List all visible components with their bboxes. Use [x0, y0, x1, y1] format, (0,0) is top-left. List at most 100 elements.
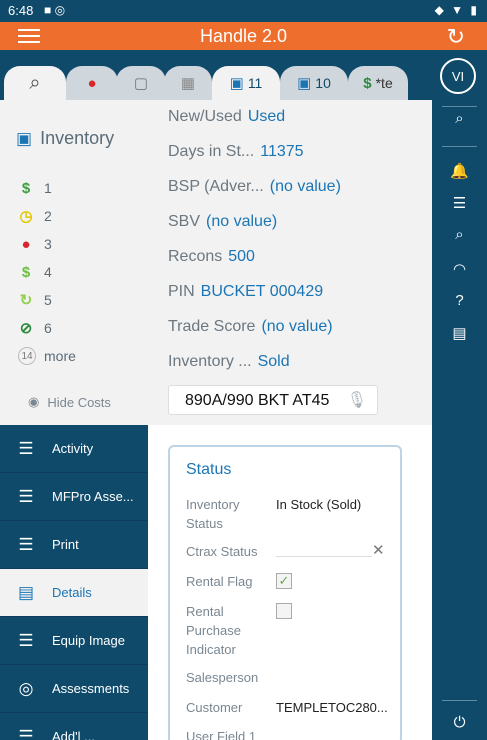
- field-label: Recons: [168, 248, 223, 265]
- cart-icon: ▣: [16, 128, 33, 148]
- nav-item-equip-image[interactable]: ☰ Equip Image: [0, 617, 148, 665]
- search-icon[interactable]: ⌕: [432, 110, 487, 127]
- microphone-icon[interactable]: 🎙: [347, 390, 367, 410]
- field-label: Trade Score: [168, 318, 256, 335]
- field-value[interactable]: (no value): [270, 178, 341, 195]
- field-value[interactable]: (no value): [206, 213, 277, 230]
- field-label: Days in St...: [168, 143, 255, 160]
- tab-label: *te: [375, 75, 393, 91]
- filter-item[interactable]: ↻ 5: [18, 286, 76, 314]
- nav-item-mfpro-assessment[interactable]: ☰ MFPro Asse...: [0, 473, 148, 521]
- section-nav: ☰ Activity ☰ MFPro Asse... ☰ Print ▤ Det…: [0, 425, 148, 740]
- target-icon: ◎: [18, 678, 34, 698]
- nav-label: Add'l ...: [52, 729, 95, 740]
- search-icon: ⌕: [29, 71, 41, 94]
- search-input-value: 890A/990 BKT AT45: [185, 392, 330, 409]
- rental-purchase-checkbox[interactable]: [276, 603, 292, 619]
- filter-count: 4: [44, 264, 52, 280]
- status-label: Salesperson: [186, 670, 259, 685]
- field-label: BSP (Adver...: [168, 178, 264, 195]
- dollar-icon: $: [21, 179, 31, 197]
- notification-icons: ■ ◎: [44, 3, 66, 17]
- rail-divider: [442, 146, 477, 147]
- hide-costs-label: Hide Costs: [47, 394, 111, 410]
- field-inventory-status: Inventory ... Sold: [168, 353, 290, 371]
- field-label: SBV: [168, 213, 201, 230]
- field-value[interactable]: (no value): [261, 318, 332, 335]
- clock-icon: ◷: [19, 208, 33, 225]
- user-icon: ●: [21, 235, 31, 253]
- field-days-in-stock: Days in St... 11375: [168, 143, 304, 161]
- bell-icon[interactable]: 🔔: [432, 162, 487, 180]
- rail-divider: [442, 700, 477, 701]
- field-label: Inventory ...: [168, 353, 252, 370]
- field-label: New/Used: [168, 108, 242, 125]
- status-label: Customer: [186, 700, 243, 715]
- help-icon[interactable]: ?: [432, 292, 487, 309]
- more-label: more: [44, 348, 76, 364]
- document-icon: ▤: [17, 582, 35, 602]
- inventory-label: Inventory: [40, 128, 115, 148]
- more-count-badge: 14: [18, 347, 36, 365]
- nav-item-details[interactable]: ▤ Details: [0, 569, 148, 617]
- nav-item-print[interactable]: ☰ Print: [0, 521, 148, 569]
- ctrax-status-dropdown[interactable]: [276, 556, 372, 557]
- tab-chat[interactable]: ▢: [116, 66, 166, 100]
- field-value[interactable]: 11375: [260, 143, 303, 160]
- filter-item[interactable]: ◷ 2: [18, 202, 76, 230]
- field-value[interactable]: Sold: [258, 353, 290, 370]
- field-value[interactable]: 500: [228, 248, 255, 265]
- tab-label: 10: [315, 75, 331, 91]
- nav-label: Print: [52, 537, 79, 552]
- dollar-icon: $: [363, 74, 372, 92]
- rail-divider: [442, 106, 477, 107]
- status-label: Ctrax Status: [186, 544, 258, 559]
- nav-item-assessments[interactable]: ◎ Assessments: [0, 665, 148, 713]
- nav-item-additional[interactable]: ☰ Add'l ...: [0, 713, 148, 740]
- tab-cart-11[interactable]: ▣ 11: [212, 66, 280, 100]
- filter-item[interactable]: $ 1: [18, 174, 76, 202]
- menu-icon: ☰: [18, 486, 34, 506]
- power-icon[interactable]: ⏻: [432, 714, 487, 731]
- status-filter-list: $ 1 ◷ 2 ● 3 $ 4 ↻ 5 ⊘ 6 14 more: [18, 174, 76, 370]
- inventory-header: ▣ Inventory: [16, 128, 114, 149]
- app-title: Handle 2.0: [199, 26, 288, 46]
- hide-costs-button[interactable]: ◉ Hide Costs: [28, 394, 111, 410]
- search-icon[interactable]: ⌕: [432, 226, 487, 243]
- gauge-icon[interactable]: ◠: [432, 260, 487, 278]
- nav-label: Activity: [52, 441, 94, 456]
- menu-icon: ☰: [18, 630, 34, 650]
- right-rail: VI ⌕ 🔔 ☰ ⌕ ◠ ? ▤ ⏻: [432, 50, 487, 740]
- status-value[interactable]: TEMPLETOC280...: [276, 698, 388, 717]
- filter-item[interactable]: $ 4: [18, 258, 76, 286]
- nav-item-activity[interactable]: ☰ Activity: [0, 425, 148, 473]
- field-value[interactable]: BUCKET 000429: [201, 283, 323, 300]
- filter-item[interactable]: ● 3: [18, 230, 76, 258]
- tab-location[interactable]: ●: [66, 66, 118, 100]
- cart-icon: ▣: [297, 75, 312, 92]
- chat-icon: ▢: [133, 75, 149, 92]
- nav-label: Assessments: [52, 681, 130, 696]
- status-label: User Field 1: [186, 729, 257, 740]
- tab-strip: ⌕ ● ▢ ▦ ▣ 11 ▣ 10 $ *te: [0, 66, 432, 100]
- status-card-title: Status: [186, 461, 232, 478]
- recycle-icon: ↻: [19, 292, 33, 309]
- rental-flag-checkbox[interactable]: ✓: [276, 573, 292, 589]
- nav-label: Details: [52, 585, 92, 600]
- clear-icon[interactable]: ✕: [372, 541, 385, 559]
- more-filters-button[interactable]: 14 more: [18, 342, 76, 370]
- tab-search[interactable]: ⌕: [4, 66, 66, 100]
- avatar[interactable]: VI: [440, 58, 476, 94]
- menu-icon[interactable]: ☰: [432, 194, 487, 212]
- table-icon[interactable]: ▤: [432, 324, 487, 342]
- tab-calendar[interactable]: ▦: [164, 66, 212, 100]
- refresh-icon[interactable]: ↻: [447, 24, 465, 50]
- tab-cart-10[interactable]: ▣ 10: [280, 66, 348, 100]
- tab-dollar[interactable]: $ *te: [348, 66, 408, 100]
- filter-item[interactable]: ⊘ 6: [18, 314, 76, 342]
- field-value[interactable]: Used: [248, 108, 285, 125]
- location-pin-icon: ●: [87, 74, 97, 92]
- unit-search-input[interactable]: 890A/990 BKT AT45 🎙: [168, 385, 378, 415]
- menu-icon: ☰: [18, 534, 34, 554]
- status-label: Rental Purchase Indicator: [186, 604, 241, 657]
